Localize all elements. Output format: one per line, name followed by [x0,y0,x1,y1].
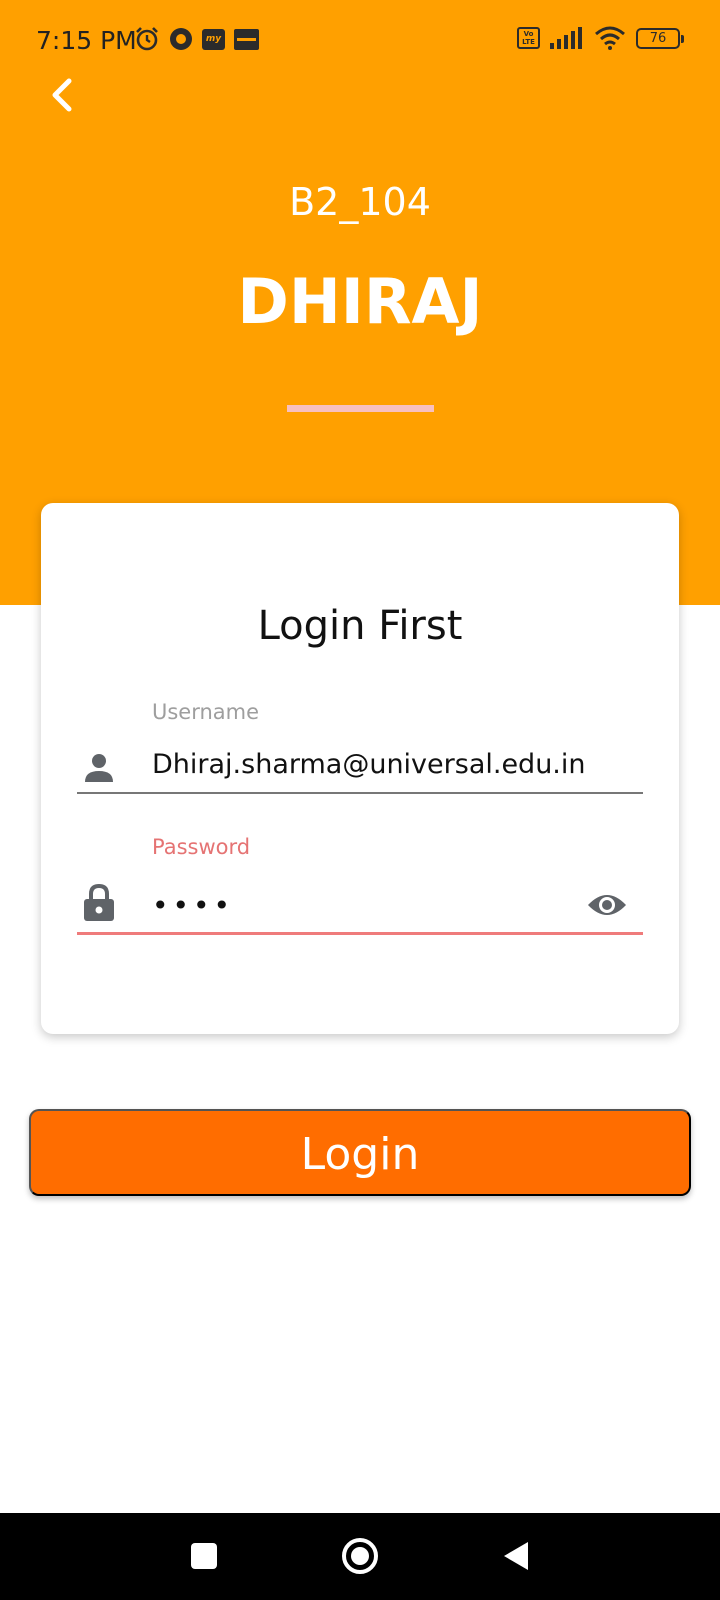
recents-square-icon[interactable] [181,1533,227,1579]
password-label: Password [152,835,251,859]
alarm-clock-icon [134,26,160,52]
lock-icon [79,883,119,923]
volte-icon: Vo LTE [517,27,540,49]
system-status-icons: Vo LTE 76 [517,26,684,50]
home-circle-icon[interactable] [337,1533,383,1579]
eye-icon[interactable] [585,887,629,923]
navigation-bar [0,1513,720,1600]
password-input[interactable] [152,881,592,929]
username-field [77,736,643,794]
room-code: B2_104 [289,180,431,224]
battery-icon: 76 [636,27,684,49]
username-input[interactable] [152,740,592,788]
user-name-heading: DHIRAJ [237,265,483,338]
login-card: Login First Username Password [41,503,679,1034]
volte-top-text: Vo [523,30,534,38]
chevron-left-icon [52,78,72,112]
card-title: Login First [257,603,463,649]
battery-level: 76 [649,30,667,46]
wifi-icon [594,26,626,50]
person-icon [79,748,119,788]
signal-strength-icon [550,27,584,49]
password-field [77,871,643,935]
zomato-icon [234,28,259,50]
notification-icons: my [134,26,259,52]
back-button[interactable] [40,70,84,120]
username-label: Username [152,700,260,724]
header-divider [287,405,434,412]
myapp-icon: my [202,28,225,50]
login-button[interactable]: Login [29,1109,691,1196]
volte-bottom-text: LTE [522,38,535,46]
status-bar: 7:15 PM my Vo LTE 76 [0,0,720,80]
status-time: 7:15 PM [36,26,137,55]
back-triangle-icon[interactable] [493,1533,539,1579]
login-screen: 7:15 PM my Vo LTE 76 B2_104 DHIRAJ Login… [0,0,720,1600]
circle-app-icon [169,27,193,51]
